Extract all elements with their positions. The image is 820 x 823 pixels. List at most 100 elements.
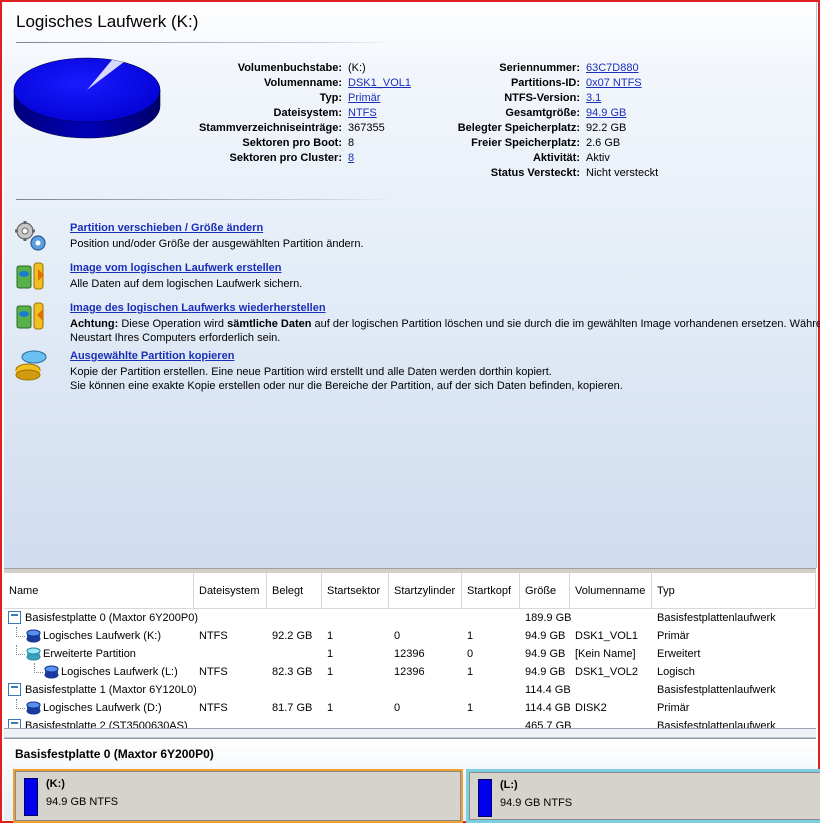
column-header[interactable]: Volumenname bbox=[570, 573, 652, 608]
column-header[interactable]: Größe bbox=[520, 573, 570, 608]
action-item: Image des logischen Laufwerks wiederhers… bbox=[14, 298, 820, 346]
page-title: Logisches Laufwerk (K:) bbox=[16, 12, 199, 31]
table-row[interactable]: Logisches Laufwerk (L:) NTFS 82.3 GB 1 12396… bbox=[4, 663, 816, 681]
table-cell: 0 bbox=[394, 702, 401, 714]
divider bbox=[16, 42, 396, 43]
property-value: 367355 bbox=[348, 122, 385, 134]
property-value-link[interactable]: NTFS bbox=[342, 106, 377, 121]
property-row: Volumenname: DSK1_VOL1 bbox=[164, 76, 411, 91]
action-link[interactable]: Image vom logischen Laufwerk erstellen bbox=[70, 262, 282, 274]
property-value-link[interactable]: Primär bbox=[342, 91, 380, 106]
column-header[interactable]: Typ bbox=[652, 573, 816, 608]
table-cell: 0 bbox=[467, 648, 474, 660]
property-value-link[interactable]: 8 bbox=[342, 151, 354, 166]
property-label: NTFS-Version: bbox=[504, 92, 580, 104]
table-cell: 189.9 GB bbox=[525, 612, 572, 624]
table-cell: Basisfestplattenlaufwerk bbox=[657, 612, 776, 624]
property-value: 92.2 GB bbox=[586, 122, 627, 134]
partition-size: 94.9 GB NTFS bbox=[46, 796, 119, 808]
action-item: Partition verschieben / Größe ändern Posi… bbox=[14, 218, 820, 258]
partition-info-panel: Logisches Laufwerk (K:) Volumenbuchstabe… bbox=[4, 2, 820, 568]
table-cell: 0 bbox=[394, 630, 401, 642]
column-header[interactable]: Belegt bbox=[267, 573, 322, 608]
horizontal-scrollbar[interactable] bbox=[4, 728, 816, 738]
property-label: Belegter Speicherplatz: bbox=[457, 122, 580, 134]
action-link[interactable]: Image des logischen Laufwerks wiederhers… bbox=[70, 302, 326, 314]
action-link[interactable]: Partition verschieben / Größe ändern bbox=[70, 222, 263, 234]
property-value: Aktiv bbox=[586, 152, 610, 164]
property-value-link[interactable]: DSK1_VOL1 bbox=[342, 76, 411, 91]
table-cell: DSK1_VOL2 bbox=[575, 666, 638, 678]
action-link[interactable]: Ausgewählte Partition kopieren bbox=[70, 350, 234, 362]
description-line: Kopie der Partition erstellen. Eine neue… bbox=[70, 366, 552, 378]
property-label: Stammverzeichniseinträge: bbox=[198, 122, 342, 134]
divider bbox=[16, 199, 396, 200]
property-row: Typ: Primär bbox=[164, 91, 411, 106]
table-cell: Basisfestplatte 0 (Maxtor 6Y200P0) bbox=[25, 612, 199, 624]
property-row: Aktivität: Aktiv bbox=[414, 151, 658, 166]
warning-text: auf der logischen Partition löschen und … bbox=[311, 318, 820, 330]
property-row: Stammverzeichniseinträge: 367355 bbox=[164, 121, 411, 136]
table-cell: NTFS bbox=[199, 702, 228, 714]
warning-emphasis: sämtliche Daten bbox=[227, 318, 312, 330]
partition-block-l[interactable]: (L:) 94.9 GB NTFS bbox=[466, 769, 820, 823]
partition-size: 94.9 GB NTFS bbox=[500, 797, 573, 809]
table-cell: Erweiterte Partition bbox=[43, 648, 136, 660]
table-cell: 1 bbox=[467, 630, 474, 642]
properties-left: Volumenbuchstabe: (K:) Volumenname: DSK1_VO… bbox=[164, 61, 411, 166]
warning-label: Achtung: bbox=[70, 318, 119, 330]
table-row[interactable]: Erweiterte Partition 1 12396 0 94.9 GB [Kein … bbox=[4, 645, 816, 663]
property-label: Aktivität: bbox=[532, 152, 580, 164]
column-header[interactable]: Startkopf bbox=[462, 573, 520, 608]
usage-bar bbox=[24, 778, 38, 816]
property-label: Gesamtgröße: bbox=[505, 107, 580, 119]
property-value: Nicht versteckt bbox=[586, 167, 659, 179]
table-cell: NTFS bbox=[199, 630, 228, 642]
column-header[interactable]: Startsektor bbox=[322, 573, 389, 608]
table-cell: 1 bbox=[467, 702, 474, 714]
warning-text: Diese Operation wird bbox=[118, 318, 228, 330]
table-cell: Basisfestplattenlaufwerk bbox=[657, 684, 776, 696]
table-cell: Logisch bbox=[657, 666, 695, 678]
table-row[interactable]: Basisfestplatte 0 (Maxtor 6Y200P0) 189.9 … bbox=[4, 609, 816, 627]
gears-icon bbox=[14, 220, 50, 252]
disk-map-title: Basisfestplatte 0 (Maxtor 6Y200P0) bbox=[15, 747, 214, 761]
property-value-link[interactable]: 0x07 NTFS bbox=[580, 76, 642, 91]
action-list: Partition verschieben / Größe ändern Posi… bbox=[14, 218, 820, 394]
property-row: Gesamtgröße: 94.9 GB bbox=[414, 106, 658, 121]
table-cell: Basisfestplattenlaufwerk bbox=[657, 720, 776, 728]
column-header[interactable]: Startzylinder bbox=[389, 573, 462, 608]
table-cell: 1 bbox=[327, 630, 334, 642]
property-value: (K:) bbox=[348, 62, 366, 74]
property-value-link[interactable]: 63C7D880 bbox=[580, 61, 639, 76]
description-line: Alle Daten auf dem logischen Laufwerk si… bbox=[70, 278, 303, 290]
property-value-link[interactable]: 94.9 GB bbox=[580, 106, 626, 121]
tree-line bbox=[16, 645, 17, 655]
table-row[interactable]: Logisches Laufwerk (K:) NTFS 92.2 GB 1 0 1 94.… bbox=[4, 627, 816, 645]
table-cell: 114.4 GB bbox=[525, 702, 571, 714]
tree-line bbox=[16, 708, 25, 709]
table-cell: 12396 bbox=[394, 648, 425, 660]
tree-line bbox=[16, 636, 25, 637]
table-cell: Primär bbox=[657, 630, 690, 642]
property-value: 2.6 GB bbox=[586, 137, 621, 149]
tree-line bbox=[16, 654, 25, 655]
property-row: Dateisystem: NTFS bbox=[164, 106, 411, 121]
property-label: Volumenbuchstabe: bbox=[237, 62, 342, 74]
table-row[interactable]: Logisches Laufwerk (D:) NTFS 81.7 GB 1 0 1 114… bbox=[4, 699, 816, 717]
tree-line bbox=[16, 627, 17, 637]
description-line: Position und/oder Größe der ausgewählten… bbox=[70, 238, 364, 250]
table-cell: 92.2 GB bbox=[272, 630, 313, 642]
description-line: Sie können eine exakte Kopie erstellen o… bbox=[70, 380, 623, 392]
column-header[interactable]: Name bbox=[4, 573, 194, 608]
table-cell: Logisches Laufwerk (D:) bbox=[43, 702, 162, 714]
partition-block-k[interactable]: (K:) 94.9 GB NTFS bbox=[13, 769, 463, 823]
usage-bar bbox=[478, 779, 492, 817]
table-row[interactable]: Basisfestplatte 2 (ST3500630AS) 465.7 GB B… bbox=[4, 717, 816, 728]
table-cell: 81.7 GB bbox=[272, 702, 313, 714]
property-label: Volumenname: bbox=[263, 77, 342, 89]
column-header[interactable]: Dateisystem bbox=[194, 573, 267, 608]
table-row[interactable]: Basisfestplatte 1 (Maxtor 6Y120L0) 114.4 … bbox=[4, 681, 816, 699]
table-cell: NTFS bbox=[199, 666, 228, 678]
property-value-link[interactable]: 3.1 bbox=[580, 91, 601, 106]
